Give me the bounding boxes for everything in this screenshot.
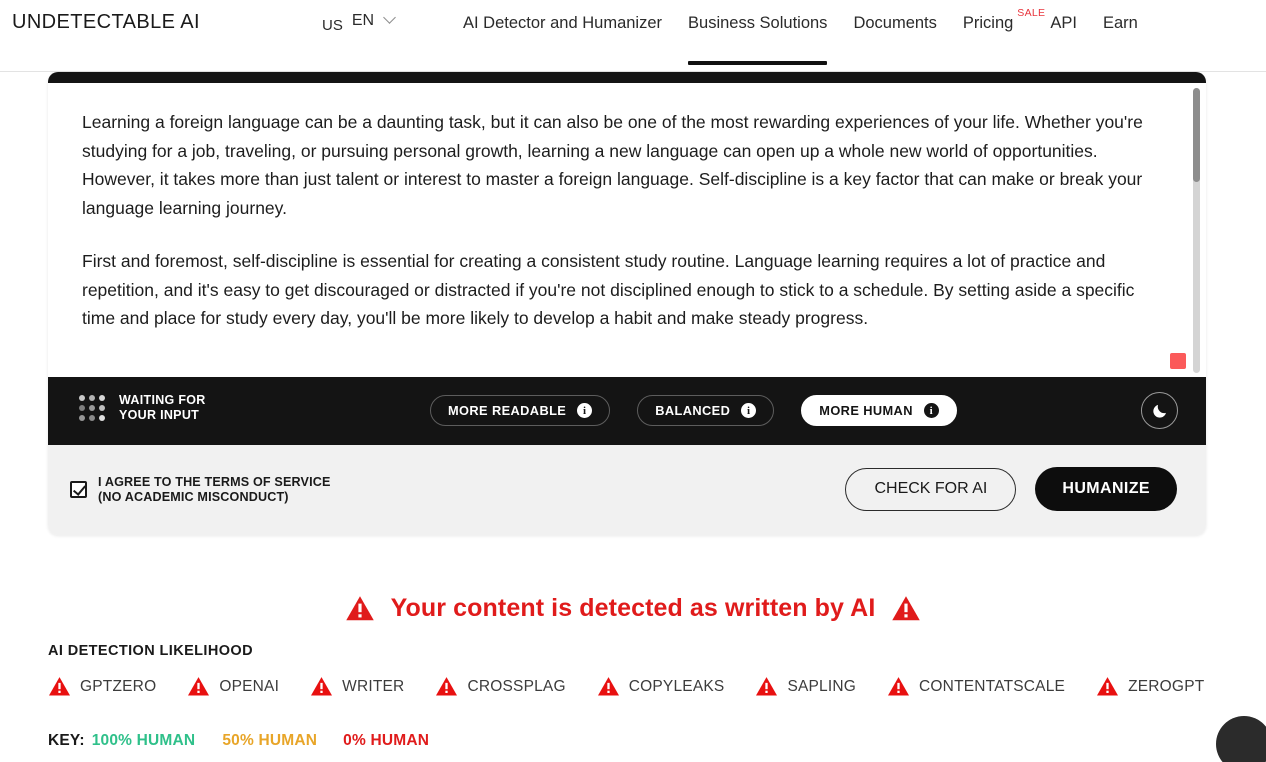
- nav-item-business-solutions[interactable]: Business Solutions: [675, 0, 840, 72]
- status-line-2: YOUR INPUT: [119, 408, 200, 422]
- key-label: KEY:: [48, 732, 85, 749]
- nav-item-earn[interactable]: Earn: [1090, 0, 1151, 72]
- nav-label: API: [1050, 14, 1077, 32]
- likelihood-heading: AI DETECTION LIKELIHOOD: [48, 643, 253, 659]
- editor-paragraph-1: Learning a foreign language can be a dau…: [82, 112, 1143, 218]
- warning-triangle-icon: [345, 596, 374, 621]
- detector-item-crossplag: CROSSPLAG: [435, 676, 566, 697]
- detector-label: WRITER: [342, 677, 405, 695]
- mode-label: BALANCED: [655, 403, 731, 418]
- detector-label: ZEROGPT: [1128, 677, 1205, 695]
- warning-triangle-icon: [892, 596, 921, 621]
- nav-item-api[interactable]: API: [1037, 0, 1090, 72]
- editor-card: Learning a foreign language can be a dau…: [48, 72, 1206, 535]
- warning-triangle-icon: [49, 677, 70, 696]
- scrollbar-thumb[interactable]: [1193, 88, 1200, 182]
- detector-item-openai: OPENAI: [187, 676, 279, 697]
- status-block: WAITING FOR YOUR INPUT: [79, 393, 206, 423]
- agreement-bar: I AGREE TO THE TERMS OF SERVICE (NO ACAD…: [48, 445, 1206, 535]
- action-buttons: CHECK FOR AI HUMANIZE: [845, 467, 1177, 511]
- status-line-1: WAITING FOR: [119, 393, 206, 407]
- key-0-human: 0% HUMAN: [343, 732, 430, 749]
- detector-list: GPTZERO OPENAI WRITER CROSSPLAG COPYLEAK…: [48, 676, 1235, 697]
- key-100-human: 100% HUMAN: [91, 732, 196, 749]
- nav-label: Business Solutions: [688, 14, 828, 32]
- editor-top-strip: [48, 72, 1206, 83]
- warning-triangle-icon: [756, 677, 778, 696]
- chevron-down-icon: [383, 11, 396, 24]
- info-icon[interactable]: i: [577, 403, 593, 418]
- main-navigation: AI Detector and Humanizer Business Solut…: [450, 0, 1151, 72]
- detector-item-sapling: SAPLING: [755, 676, 856, 697]
- key-50-human: 50% HUMAN: [222, 732, 318, 749]
- dark-mode-toggle[interactable]: [1141, 392, 1178, 429]
- verdict-text: Your content is detected as written by A…: [390, 594, 876, 622]
- nav-label: AI Detector and Humanizer: [463, 14, 663, 32]
- mode-selector: MORE READABLE i BALANCED i MORE HUMAN i: [430, 395, 957, 426]
- detector-item-gptzero: GPTZERO: [48, 676, 156, 697]
- check-for-ai-button[interactable]: CHECK FOR AI: [845, 467, 1017, 511]
- terms-label: I AGREE TO THE TERMS OF SERVICE (NO ACAD…: [98, 475, 331, 504]
- detector-label: CONTENTATSCALE: [919, 677, 1066, 695]
- detector-item-zerogpt: ZEROGPT: [1096, 676, 1204, 697]
- mode-label: MORE READABLE: [448, 403, 567, 418]
- warning-triangle-icon: [311, 677, 333, 696]
- warning-triangle-icon: [888, 677, 910, 696]
- editor-control-bar: WAITING FOR YOUR INPUT MORE READABLE i B…: [48, 377, 1206, 445]
- nav-item-documents[interactable]: Documents: [840, 0, 949, 72]
- mode-label: MORE HUMAN: [819, 403, 913, 418]
- brand-logo[interactable]: UNDETECTABLE AI: [12, 11, 200, 34]
- warning-triangle-icon: [436, 677, 458, 696]
- detector-label: GPTZERO: [80, 677, 157, 695]
- nav-item-pricing[interactable]: Pricing SALE: [950, 0, 1045, 72]
- site-header: UNDETECTABLE AI US EN AI Detector and Hu…: [0, 0, 1266, 72]
- detector-label: SAPLING: [787, 677, 857, 695]
- terms-line-1: I AGREE TO THE TERMS OF SERVICE: [98, 475, 331, 489]
- locale-language: EN: [351, 12, 375, 29]
- humanize-button[interactable]: HUMANIZE: [1035, 467, 1177, 511]
- detector-item-copyleaks: COPYLEAKS: [597, 676, 725, 697]
- nav-label: Pricing: [962, 14, 1014, 32]
- terms-line-2: (NO ACADEMIC MISCONDUCT): [98, 489, 289, 504]
- mode-balanced-button[interactable]: BALANCED i: [637, 395, 775, 426]
- language-selector[interactable]: US EN: [322, 11, 396, 34]
- terms-checkbox[interactable]: [70, 481, 87, 498]
- editor-paragraph-2: First and foremost, self-discipline is e…: [82, 251, 1135, 328]
- info-icon[interactable]: i: [923, 403, 939, 418]
- legend-key: KEY: 100% HUMAN 50% HUMAN 0% HUMAN: [48, 732, 429, 750]
- mode-more-readable-button[interactable]: MORE READABLE i: [430, 395, 611, 426]
- terms-agreement[interactable]: I AGREE TO THE TERMS OF SERVICE (NO ACAD…: [70, 475, 331, 504]
- info-icon[interactable]: i: [741, 403, 757, 418]
- nav-item-ai-detector[interactable]: AI Detector and Humanizer: [450, 0, 675, 72]
- mode-more-human-button[interactable]: MORE HUMAN i: [801, 395, 957, 426]
- detector-item-writer: WRITER: [310, 676, 404, 697]
- detector-label: OPENAI: [219, 677, 280, 695]
- text-editor[interactable]: Learning a foreign language can be a dau…: [48, 83, 1206, 377]
- warning-triangle-icon: [597, 677, 619, 696]
- nav-label: Earn: [1102, 14, 1138, 32]
- detector-item-contentatscale: CONTENTATSCALE: [887, 676, 1065, 697]
- locale-country: US: [322, 17, 343, 34]
- highlight-marker: [1170, 353, 1186, 369]
- editor-scrollbar[interactable]: [1193, 88, 1200, 373]
- status-text: WAITING FOR YOUR INPUT: [119, 393, 206, 423]
- detector-label: COPYLEAKS: [628, 677, 725, 695]
- dots-grid-icon: [79, 395, 105, 421]
- detection-verdict: Your content is detected as written by A…: [0, 594, 1266, 623]
- detector-label: CROSSPLAG: [467, 677, 566, 695]
- warning-triangle-icon: [1097, 677, 1119, 696]
- support-chat-button[interactable]: [1216, 716, 1266, 762]
- active-indicator: [688, 61, 828, 65]
- moon-icon: [1152, 404, 1166, 418]
- nav-label: Documents: [853, 14, 937, 32]
- warning-triangle-icon: [188, 677, 210, 696]
